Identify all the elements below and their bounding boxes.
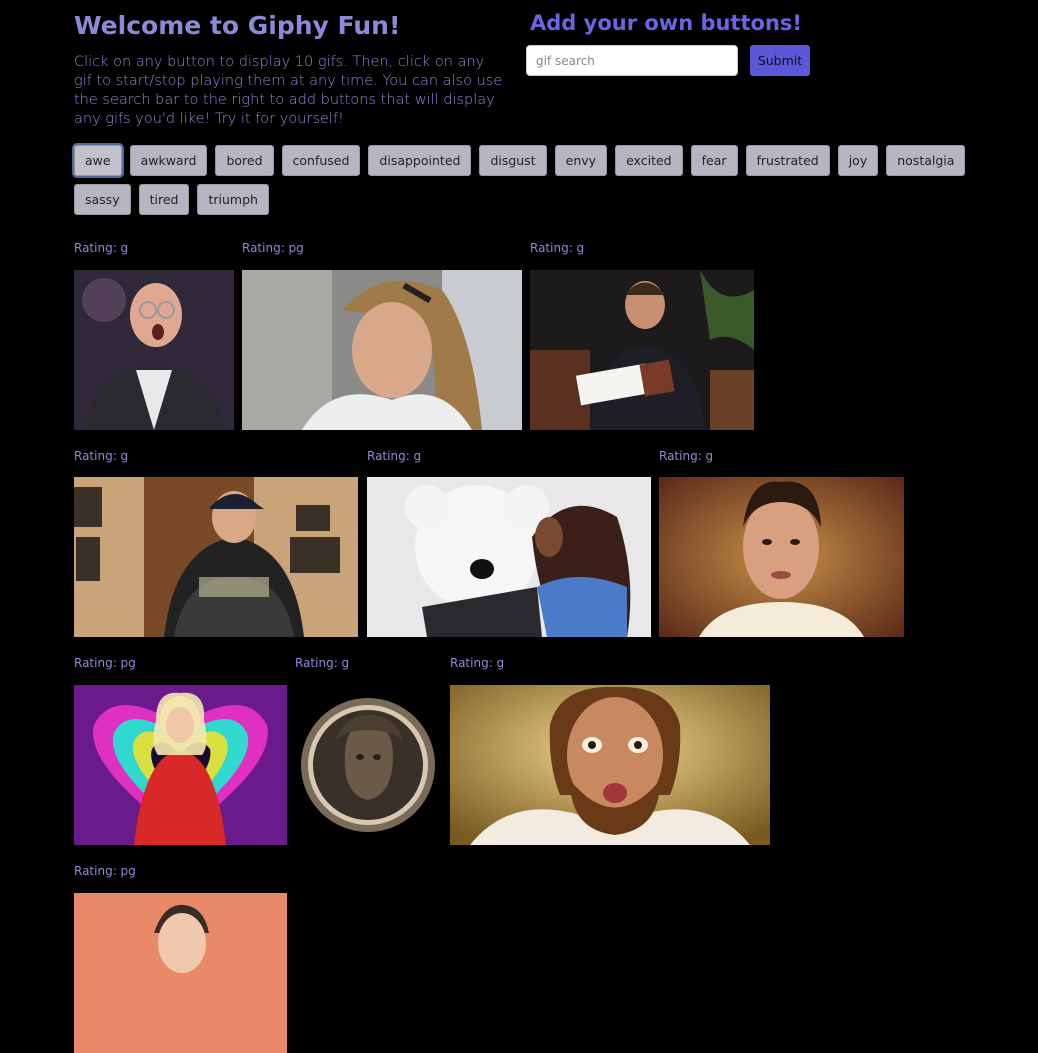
intro-text: Click on any button to display 10 gifs. … [74,54,503,127]
gif-image[interactable] [367,477,651,637]
emotion-button-sassy[interactable]: sassy [74,184,131,215]
gif-image[interactable] [530,270,754,430]
emotion-button-nostalgia[interactable]: nostalgia [886,145,966,176]
gif-image[interactable] [450,685,770,845]
gif-image[interactable] [242,270,522,430]
add-buttons-heading: Add your own buttons! [530,11,802,35]
gif-rating: Rating: g [450,656,505,670]
gif-search-input[interactable] [526,45,738,76]
emotion-button-disgust[interactable]: disgust [479,145,547,176]
emotion-button-bored[interactable]: bored [215,145,274,176]
emotion-button-group: awe awkward bored confused disappointed … [74,145,974,215]
gif-image[interactable] [659,477,904,637]
emotion-button-tired[interactable]: tired [138,184,190,215]
emotion-button-awe[interactable]: awe [74,145,122,176]
emotion-button-disappointed[interactable]: disappointed [368,145,472,176]
gif-rating: Rating: g [74,241,129,255]
page-title: Welcome to Giphy Fun! [74,11,401,40]
gif-rating: Rating: g [659,449,714,463]
emotion-button-confused[interactable]: confused [281,145,361,176]
emotion-button-envy[interactable]: envy [554,145,608,176]
gif-image[interactable] [74,477,358,637]
gif-image[interactable] [74,270,234,430]
gif-rating: Rating: g [367,449,422,463]
gif-rating: Rating: g [295,656,350,670]
emotion-button-excited[interactable]: excited [615,145,683,176]
gif-rating: Rating: g [530,241,585,255]
gif-rating: Rating: pg [74,864,136,878]
gif-rating: Rating: g [74,449,129,463]
gif-rating: Rating: pg [74,656,136,670]
emotion-button-joy[interactable]: joy [837,145,879,176]
gif-rating: Rating: pg [242,241,304,255]
gif-image[interactable] [74,893,287,1053]
gif-image[interactable] [74,685,287,845]
emotion-button-fear[interactable]: fear [690,145,738,176]
submit-button[interactable]: Submit [750,45,810,76]
emotion-button-triumph[interactable]: triumph [197,184,269,215]
emotion-button-frustrated[interactable]: frustrated [745,145,830,176]
emotion-button-awkward[interactable]: awkward [129,145,208,176]
gif-image[interactable] [295,685,442,845]
